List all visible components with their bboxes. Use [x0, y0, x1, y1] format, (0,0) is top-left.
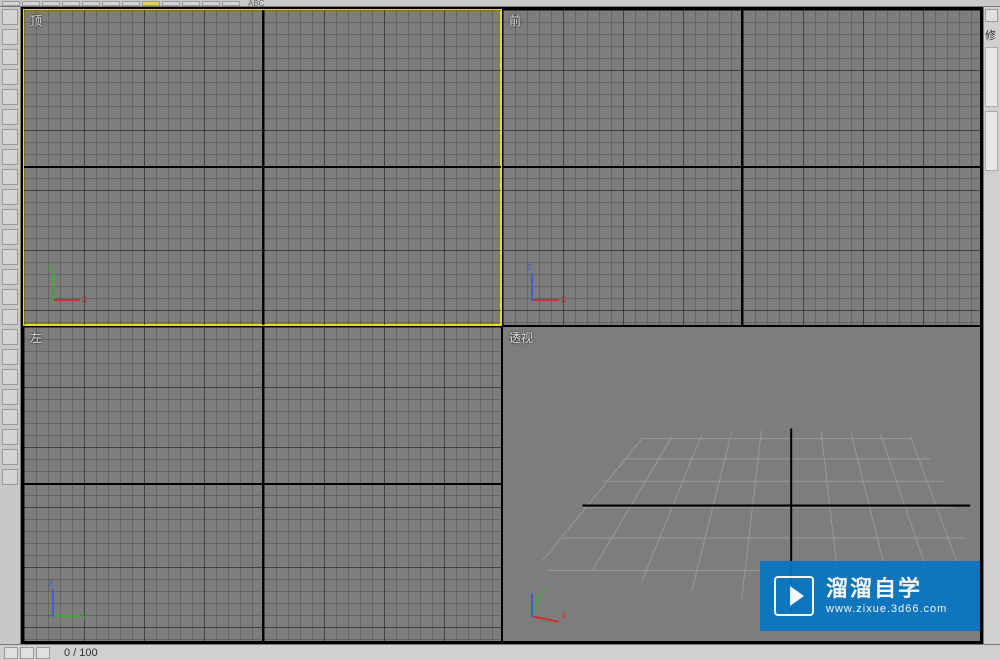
- tool-button[interactable]: [2, 29, 18, 45]
- axis-z-icon: [531, 593, 533, 617]
- toolbar-button[interactable]: [42, 1, 60, 6]
- timeline-button[interactable]: [4, 647, 18, 659]
- play-icon: [774, 576, 814, 616]
- axis-x-icon: [52, 299, 80, 301]
- watermark-title: 溜溜自学: [826, 576, 947, 602]
- axis-y-label: y: [541, 586, 546, 597]
- tool-button[interactable]: [2, 329, 18, 345]
- viewports-container: 顶 x y 前 x z 左: [21, 7, 983, 644]
- top-toolbar: ABC: [0, 0, 1000, 7]
- viewport-top[interactable]: 顶 x y: [23, 9, 502, 326]
- axis-y-icon: [52, 615, 80, 617]
- left-toolbar: [0, 7, 21, 644]
- tool-button[interactable]: [2, 209, 18, 225]
- tool-button[interactable]: [2, 469, 18, 485]
- viewport-label: 前: [509, 12, 521, 29]
- tool-button[interactable]: [2, 429, 18, 445]
- tool-button[interactable]: [2, 369, 18, 385]
- axis-x-label: x: [561, 294, 566, 305]
- axis-gizmo: x y: [44, 269, 84, 309]
- toolbar-button[interactable]: [22, 1, 40, 6]
- axis-z-label: z: [48, 578, 53, 589]
- toolbar-button[interactable]: [2, 1, 20, 6]
- axis-x-label: x: [561, 610, 566, 621]
- axis-gizmo: x z: [523, 269, 563, 309]
- tool-button[interactable]: [2, 189, 18, 205]
- tool-button[interactable]: [2, 449, 18, 465]
- viewport-major-axes: [503, 10, 980, 325]
- viewport-major-axes: [24, 327, 501, 642]
- timeline-button[interactable]: [36, 647, 50, 659]
- viewport-label: 顶: [30, 12, 42, 29]
- tool-button[interactable]: [2, 389, 18, 405]
- tool-button[interactable]: [2, 9, 18, 25]
- axis-x-label: x: [82, 294, 87, 305]
- tool-button[interactable]: [2, 69, 18, 85]
- timeline-button[interactable]: [20, 647, 34, 659]
- toolbar-button[interactable]: [62, 1, 80, 6]
- axis-x-icon: [531, 299, 559, 301]
- tool-button[interactable]: [2, 289, 18, 305]
- bottom-status-bar: 0 / 100: [0, 644, 1000, 660]
- tool-button[interactable]: [2, 269, 18, 285]
- tool-button[interactable]: [2, 169, 18, 185]
- axis-z-icon: [52, 589, 54, 617]
- toolbar-button[interactable]: [182, 1, 200, 6]
- axis-z-icon: [531, 273, 533, 301]
- toolbar-button[interactable]: [202, 1, 220, 6]
- toolbar-button[interactable]: [222, 1, 240, 6]
- panel-modifier-label: 修: [985, 27, 996, 43]
- panel-section[interactable]: [985, 47, 998, 107]
- axis-y-label: y: [48, 262, 53, 273]
- tool-button[interactable]: [2, 109, 18, 125]
- viewport-front[interactable]: 前 x z: [502, 9, 981, 326]
- toolbar-button[interactable]: [82, 1, 100, 6]
- command-panel: 修: [983, 7, 1000, 644]
- viewport-label: 透视: [509, 329, 533, 346]
- watermark-banner: 溜溜自学 www.zixue.3d66.com: [760, 561, 980, 631]
- panel-tab-button[interactable]: [985, 9, 998, 22]
- tool-button[interactable]: [2, 49, 18, 65]
- viewport-left[interactable]: 左 y z: [23, 326, 502, 643]
- tool-button[interactable]: [2, 309, 18, 325]
- tool-button[interactable]: [2, 249, 18, 265]
- axis-y-label: y: [82, 610, 87, 621]
- axis-z-label: z: [527, 262, 532, 273]
- toolbar-abc-label: ABC: [248, 0, 264, 7]
- toolbar-button[interactable]: [122, 1, 140, 6]
- tool-button[interactable]: [2, 349, 18, 365]
- tool-button[interactable]: [2, 229, 18, 245]
- toolbar-button[interactable]: [162, 1, 180, 6]
- axis-gizmo: y z: [44, 585, 84, 625]
- frame-counter: 0 / 100: [56, 647, 106, 659]
- tool-button[interactable]: [2, 149, 18, 165]
- viewport-perspective[interactable]: 透视: [502, 326, 981, 643]
- viewport-label: 左: [30, 329, 42, 346]
- panel-section[interactable]: [985, 111, 998, 171]
- toolbar-button-highlight[interactable]: [142, 1, 160, 6]
- toolbar-button[interactable]: [102, 1, 120, 6]
- main-row: 顶 x y 前 x z 左: [0, 7, 1000, 644]
- axis-y-icon: [52, 273, 54, 301]
- tool-button[interactable]: [2, 129, 18, 145]
- axis-gizmo: x y: [523, 585, 563, 625]
- tool-button[interactable]: [2, 89, 18, 105]
- watermark-url: www.zixue.3d66.com: [826, 603, 947, 616]
- axis-x-icon: [531, 615, 559, 623]
- viewport-major-axes: [24, 10, 501, 325]
- tool-button[interactable]: [2, 409, 18, 425]
